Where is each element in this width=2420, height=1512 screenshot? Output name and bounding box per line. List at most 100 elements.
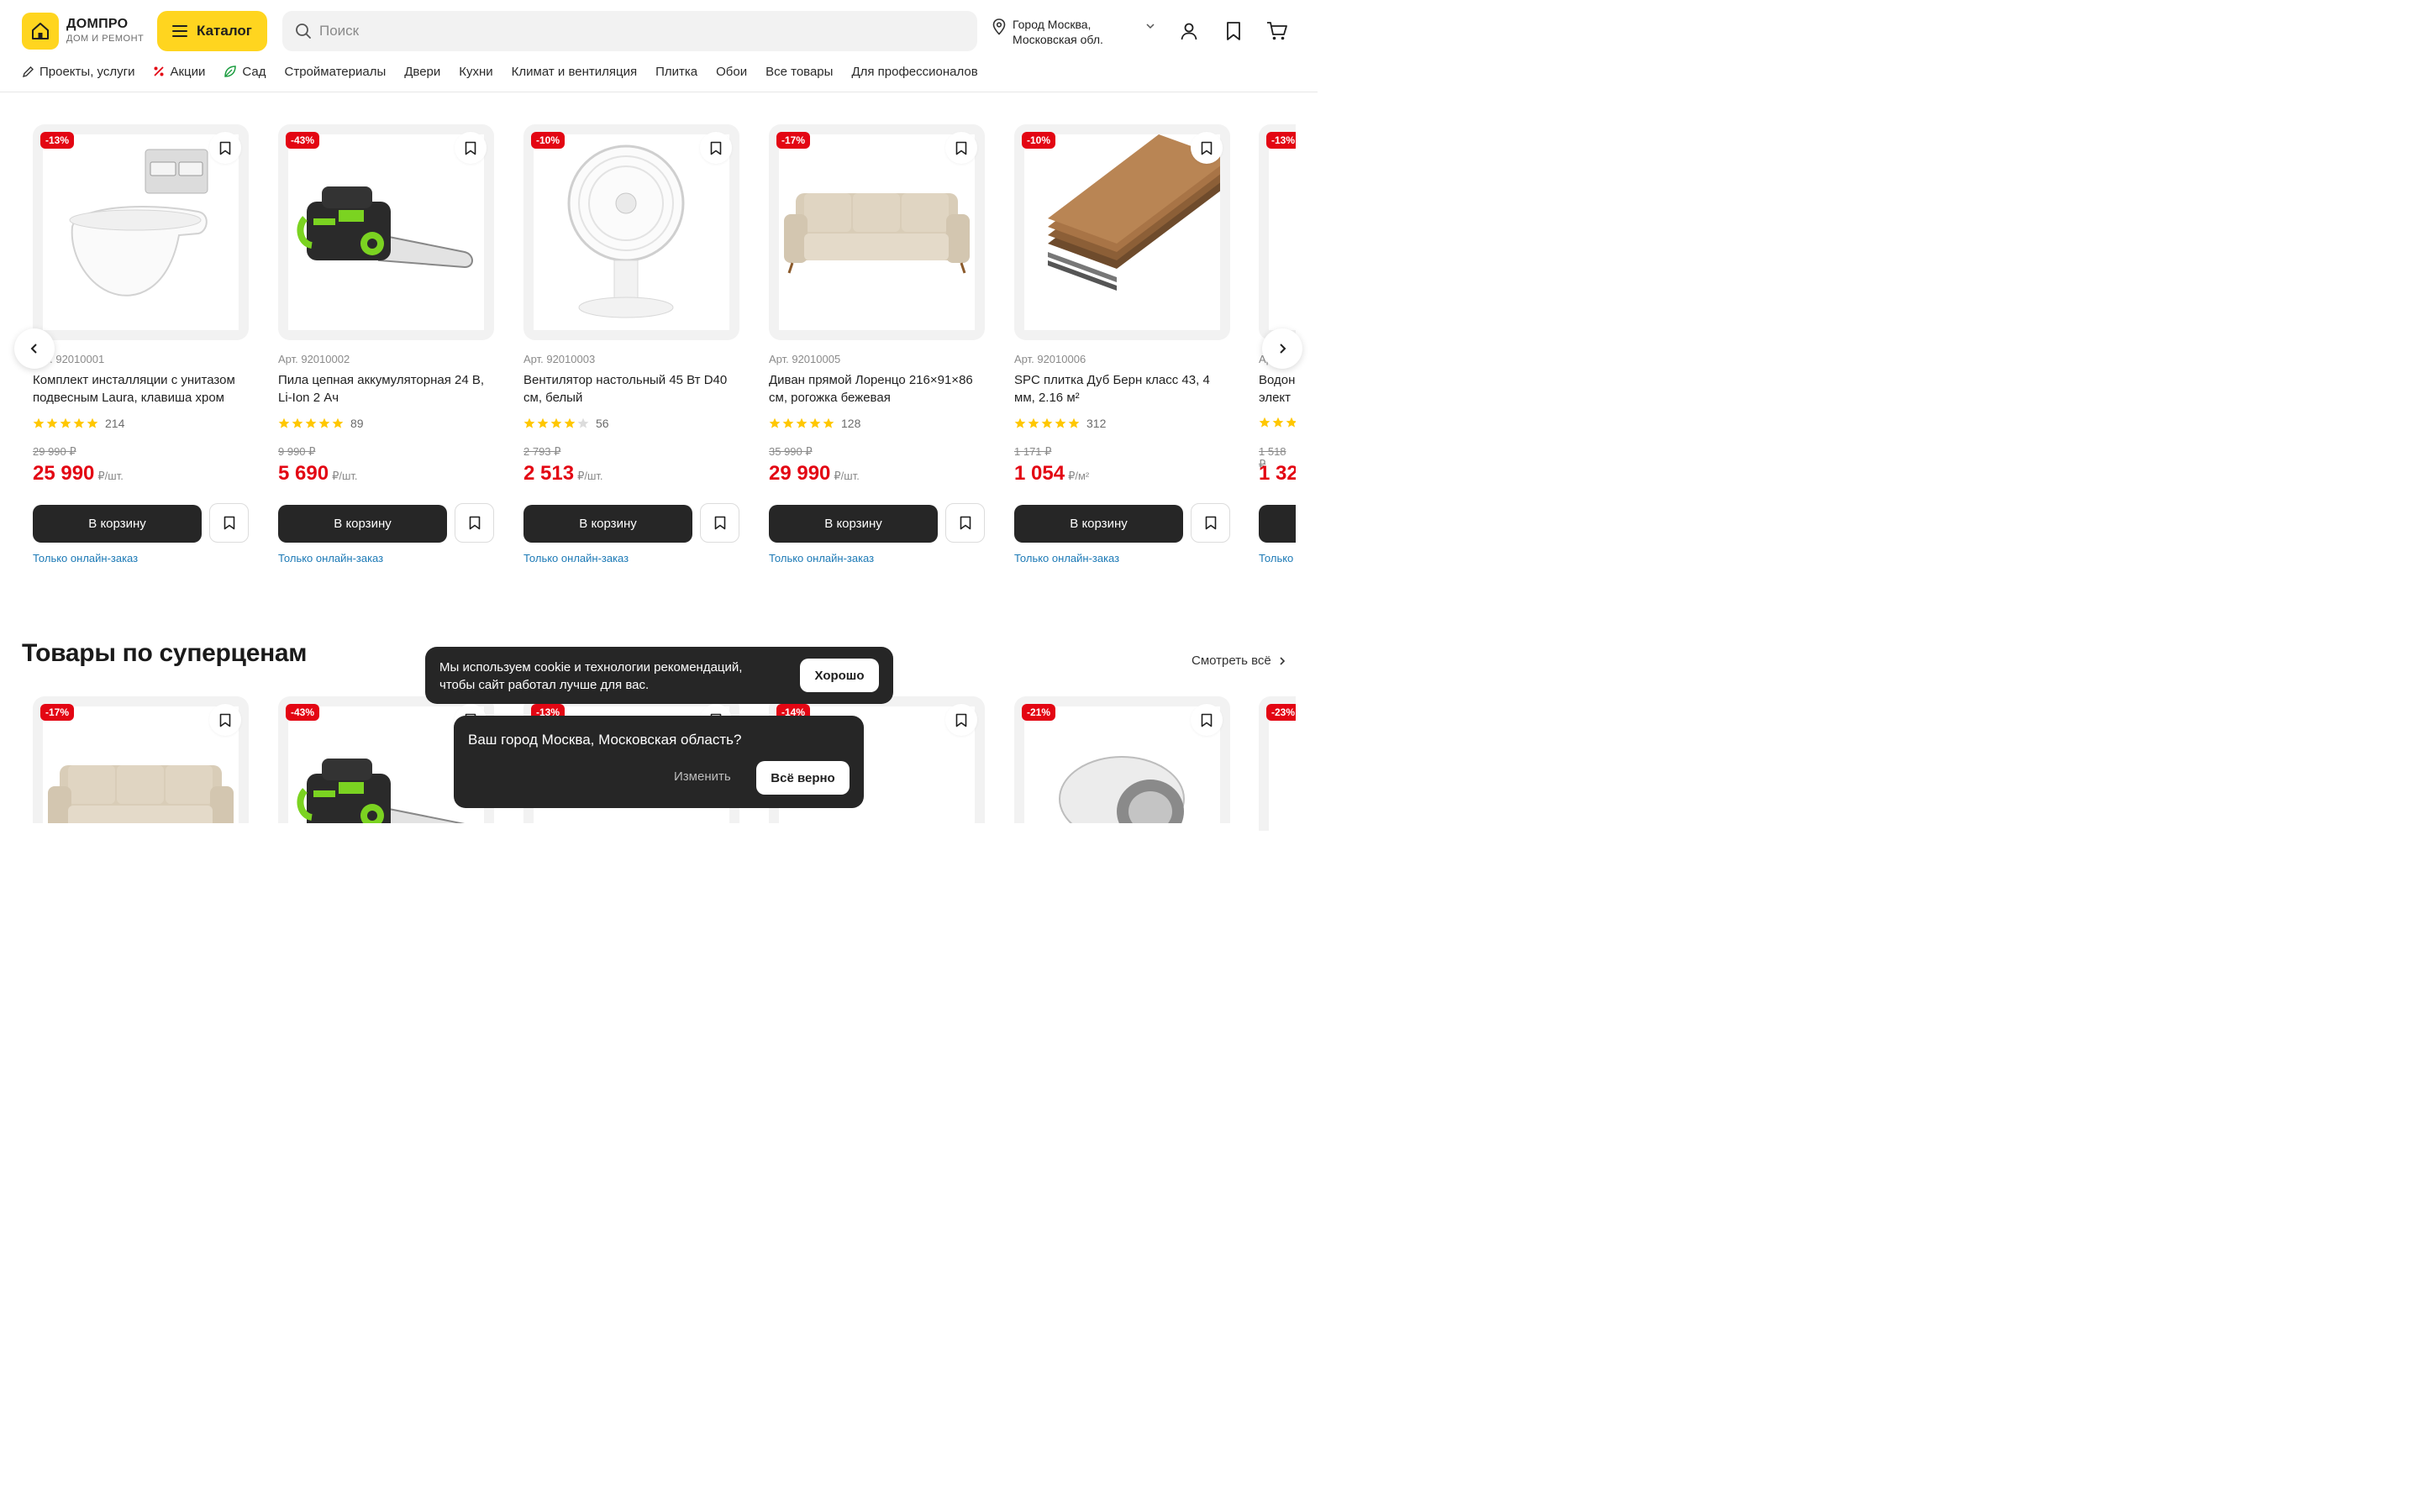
discount-badge: -17%: [40, 704, 75, 721]
product-card[interactable]: -10% Арт. 92010006 SPC плитка Дуб Берн кла…: [1014, 124, 1230, 570]
logo-house-icon[interactable]: [22, 13, 59, 50]
bookmark-icon[interactable]: [945, 132, 977, 164]
product-image[interactable]: -21%: [1014, 696, 1230, 823]
add-to-cart-button[interactable]: В корзину: [523, 505, 692, 543]
product-image[interactable]: -17%: [33, 696, 249, 823]
bookmark-icon[interactable]: [209, 503, 249, 543]
bookmark-icon[interactable]: [455, 503, 494, 543]
nav-all-products[interactable]: Все товары: [765, 65, 833, 79]
nav-label: Для профессионалов: [851, 64, 978, 79]
nav-label: Стройматериалы: [284, 64, 387, 79]
product-card[interactable]: -17%: [33, 696, 249, 823]
price-value: 29 990: [769, 462, 831, 485]
add-to-cart-button[interactable]: В корзину: [769, 505, 938, 543]
bookmark-icon[interactable]: [455, 132, 487, 164]
product-name[interactable]: Пила цепная аккумуляторная 24 В, Li-Ion …: [278, 371, 494, 407]
product-card-partial[interactable]: -23%: [1259, 696, 1296, 831]
city-line2: Московская обл.: [1013, 33, 1103, 46]
add-to-cart-button[interactable]: В корзину: [33, 505, 202, 543]
price-value: 5 690: [278, 462, 329, 485]
add-to-cart-button[interactable]: В корзину: [278, 505, 447, 543]
bookmark-icon[interactable]: [1191, 503, 1230, 543]
product-name[interactable]: Вентилятор настольный 45 Вт D40 см, белы…: [523, 371, 739, 407]
discount-badge: -10%: [1022, 132, 1056, 149]
catalog-label: Каталог: [197, 23, 252, 39]
nav-garden[interactable]: Сад: [224, 65, 266, 79]
add-to-cart-button[interactable]: [1259, 505, 1296, 543]
product-image[interactable]: -43%: [278, 124, 494, 340]
product-rating: [1259, 417, 1296, 428]
product-card[interactable]: -43% Арт. 92010002 Пила цепная аккумулятор…: [278, 124, 494, 570]
star-icon: [292, 417, 303, 428]
nav-promos[interactable]: Акции: [153, 65, 205, 79]
nav-label: Сад: [242, 64, 266, 79]
cookie-text: Мы используем cookie и технологии рекоме…: [439, 660, 743, 692]
product-image[interactable]: -17%: [769, 124, 985, 340]
nav-tiles[interactable]: Плитка: [655, 65, 697, 79]
product-image[interactable]: -13%: [33, 124, 249, 340]
nav-building-materials[interactable]: Стройматериалы: [285, 65, 387, 79]
bookmark-icon[interactable]: [945, 503, 985, 543]
review-count: 312: [1086, 417, 1107, 430]
star-icon: [564, 417, 576, 428]
product-name[interactable]: Комплект инсталляции с унитазом подвесны…: [33, 371, 249, 407]
catalog-button[interactable]: Каталог: [157, 11, 267, 51]
star-icon: [1286, 417, 1296, 428]
site-header: ДОМПРО ДОМ И РЕМОНТ Каталог Город Москва…: [0, 0, 1318, 92]
product-card[interactable]: -17% Арт. 92010005 Диван прямой Лоренцо 21…: [769, 124, 985, 570]
bookmark-icon[interactable]: [209, 704, 241, 736]
product-name: Водон элект: [1259, 373, 1296, 405]
discount-badge: -43%: [286, 704, 320, 721]
carousel-next-button[interactable]: [1262, 328, 1302, 369]
search-bar[interactable]: [282, 11, 977, 51]
price-unit: ₽/м²: [1068, 470, 1090, 482]
product-name[interactable]: SPC плитка Дуб Берн класс 43, 4 мм, 2.16…: [1014, 371, 1230, 407]
product-name[interactable]: Диван прямой Лоренцо 216×91×86 см, рогож…: [769, 371, 985, 407]
nav-climate[interactable]: Климат и вентиляция: [512, 65, 637, 79]
carousel-prev-button[interactable]: [14, 328, 55, 369]
bookmark-icon[interactable]: [700, 503, 739, 543]
product-price: 1 054 ₽/м²: [1014, 462, 1089, 486]
nav-kitchens[interactable]: Кухни: [459, 65, 492, 79]
pencil-icon: [22, 66, 34, 77]
nav-projects[interactable]: Проекты, услуги: [22, 65, 134, 79]
user-icon[interactable]: [1178, 20, 1200, 42]
change-city-button[interactable]: Изменить: [674, 769, 731, 784]
online-order-note: Только: [1259, 552, 1294, 564]
logo-subtitle: ДОМ И РЕМОНТ: [66, 34, 145, 44]
confirm-city-button[interactable]: Всё верно: [756, 761, 850, 795]
logo-name[interactable]: ДОМПРО: [66, 17, 128, 32]
product-image[interactable]: -10%: [523, 124, 739, 340]
add-to-cart-button[interactable]: В корзину: [1014, 505, 1183, 543]
nav-professionals[interactable]: Для профессионалов: [851, 65, 977, 79]
menu-icon: [172, 25, 187, 37]
cart-icon[interactable]: [1266, 20, 1288, 42]
online-order-note: Только онлайн-заказ: [769, 552, 875, 564]
product-price: 5 690 ₽/шт.: [278, 462, 358, 486]
bookmark-icon[interactable]: [1191, 704, 1223, 736]
product-card[interactable]: -10% Арт. 92010003 Вентилятор настольный 4…: [523, 124, 739, 570]
see-all-link[interactable]: Смотреть всё: [1192, 654, 1286, 668]
bookmark-icon[interactable]: [209, 132, 241, 164]
chevron-down-icon[interactable]: [1144, 20, 1156, 32]
nav-doors[interactable]: Двери: [404, 65, 440, 79]
main-nav: Проекты, услуги Акции Сад Стройматериалы…: [22, 62, 978, 81]
product-photo: [534, 134, 729, 330]
cookie-accept-button[interactable]: Хорошо: [800, 659, 879, 692]
product-card[interactable]: -21%: [1014, 696, 1230, 823]
bookmark-icon[interactable]: [700, 132, 732, 164]
star-icon: [1014, 417, 1026, 428]
product-image[interactable]: -10%: [1014, 124, 1230, 340]
city-selector[interactable]: Город Москва, Московская обл.: [992, 17, 1103, 47]
star-icon: [305, 417, 317, 428]
bookmark-icon[interactable]: [1191, 132, 1223, 164]
online-order-note: Только онлайн-заказ: [523, 552, 629, 564]
product-rating: 214: [33, 417, 124, 430]
nav-wallpaper[interactable]: Обои: [716, 65, 747, 79]
favorites-bookmark-icon[interactable]: [1223, 20, 1244, 42]
search-input[interactable]: [319, 23, 908, 39]
star-icon: [823, 417, 834, 428]
bookmark-icon[interactable]: [945, 704, 977, 736]
discount-badge: -23%: [1266, 704, 1296, 721]
product-card[interactable]: -13% Арт. 92010001 Комплект инсталляции с …: [33, 124, 249, 570]
